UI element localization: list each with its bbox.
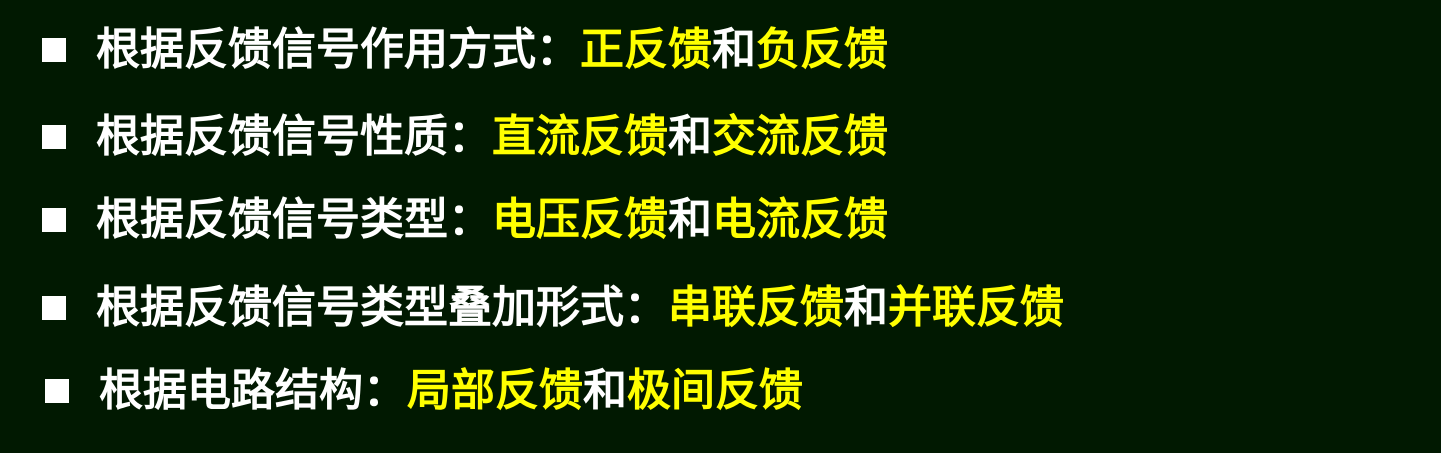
item-label: 根据反馈信号性质： (96, 111, 492, 162)
square-bullet-icon (42, 208, 66, 232)
item-label: 根据反馈信号作用方式： (96, 24, 580, 75)
item-term-a: 直流反馈 (492, 111, 668, 162)
item-joiner: 和 (712, 24, 756, 75)
square-bullet-icon (45, 379, 69, 403)
list-item: 根据电路结构： 局部反馈和极间反馈 (0, 361, 803, 421)
item-term-b: 并联反馈 (888, 282, 1064, 333)
square-bullet-icon (42, 296, 66, 320)
item-joiner: 和 (583, 365, 627, 416)
item-term-b: 极间反馈 (627, 365, 803, 416)
item-term-b: 负反馈 (756, 24, 888, 75)
list-item: 根据反馈信号类型叠加形式： 串联反馈和并联反馈 (0, 278, 1064, 338)
square-bullet-icon (42, 125, 66, 149)
item-label: 根据电路结构： (99, 365, 407, 416)
item-label: 根据反馈信号类型叠加形式： (96, 282, 668, 333)
square-bullet-icon (42, 38, 66, 62)
item-term-b: 电流反馈 (712, 194, 888, 245)
item-term-a: 正反馈 (580, 24, 712, 75)
item-term-a: 电压反馈 (492, 194, 668, 245)
item-term-a: 串联反馈 (668, 282, 844, 333)
item-joiner: 和 (668, 111, 712, 162)
item-label: 根据反馈信号类型： (96, 194, 492, 245)
list-item: 根据反馈信号作用方式： 正反馈和负反馈 (0, 20, 888, 80)
slide: 根据反馈信号作用方式： 正反馈和负反馈 根据反馈信号性质： 直流反馈和交流反馈 根据… (0, 0, 1441, 453)
item-term-b: 交流反馈 (712, 111, 888, 162)
list-item: 根据反馈信号性质： 直流反馈和交流反馈 (0, 107, 888, 167)
item-joiner: 和 (844, 282, 888, 333)
item-joiner: 和 (668, 194, 712, 245)
list-item: 根据反馈信号类型： 电压反馈和电流反馈 (0, 190, 888, 250)
item-term-a: 局部反馈 (407, 365, 583, 416)
